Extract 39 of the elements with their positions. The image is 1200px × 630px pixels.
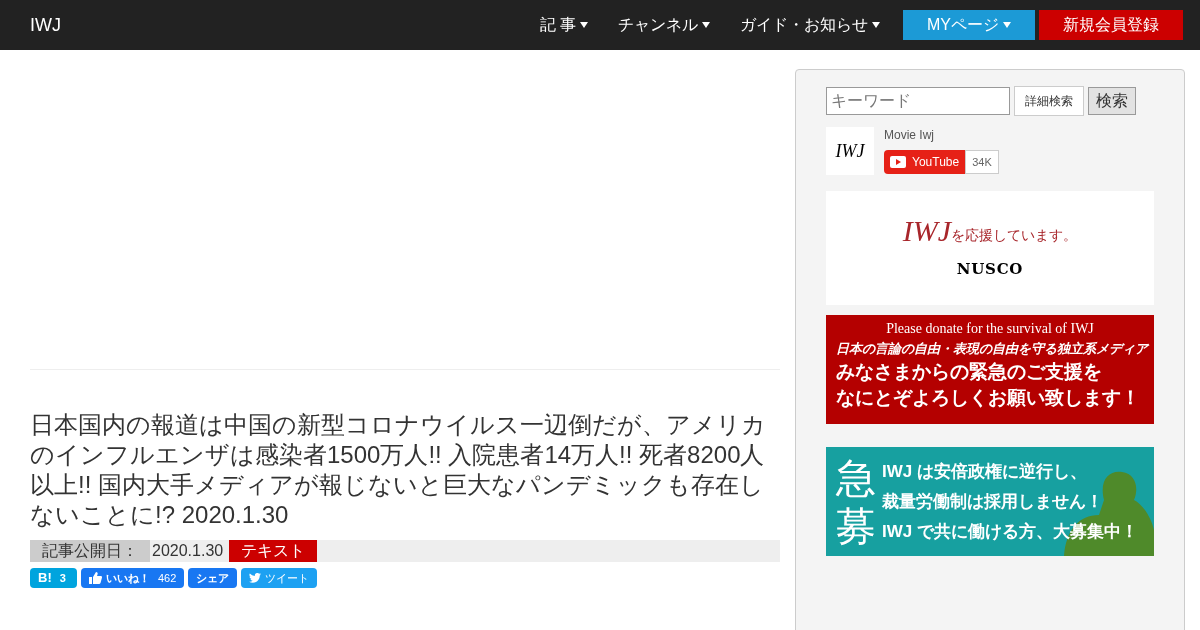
advanced-search-button[interactable]: 詳細検索 [1014,86,1084,116]
banner-big-character: 募 [836,502,876,550]
sponsor-banner[interactable]: IWJを応援しています。 NUSCO [826,191,1154,305]
banner-text: を応援しています。 [951,226,1078,245]
banner-text: みなさまからの緊急のご支援を [835,360,1102,384]
like-button[interactable]: いいね！ 462 [81,568,185,588]
banner-big-character: 急 [836,454,876,502]
youtube-subscribe-button[interactable]: YouTube [884,150,966,174]
register-button[interactable]: 新規会員登録 [1039,10,1183,40]
facebook-share-button[interactable]: シェア [188,568,238,588]
bird-icon [249,573,262,583]
date-label: 記事公開日： [30,540,150,562]
caret-icon [872,22,880,28]
publish-date: 2020.1.30 [152,541,224,561]
banner-text: 日本の言論の自由・表現の自由を守る独立系メディア [835,340,1148,358]
caret-icon [580,22,588,28]
channel-name[interactable]: Movie Iwj [884,127,999,143]
banner-text: IWJ で共に働ける方、大募集中！ [882,520,1138,543]
subscriber-count: 34K [965,150,999,174]
caret-icon [1003,22,1011,28]
channel-logo[interactable]: IWJ [826,127,874,175]
nav-menu-item[interactable]: 記 事 [524,0,603,50]
site-brand[interactable]: IWJ [30,11,61,39]
play-icon [890,156,906,168]
banner-logo: IWJ [902,215,952,246]
banner-text: IWJ は安倍政権に逆行し、 [882,460,1088,483]
banner-text: なにとぞよろしくお願い致します！ [835,386,1140,410]
thumbs-up-icon [89,572,102,584]
donate-banner[interactable]: Please donate for the survival of IWJ 日本の言論の自由・表現の自由を守る独立系メディア みなさまからの緊急のご支援を なにとぞよろしくお願い致します！ [826,315,1154,424]
banner-text: Please donate for the survival of IWJ [886,320,1094,338]
search-button[interactable]: 検索 [1088,87,1136,115]
nav-menu-item[interactable]: ガイド・お知らせ [725,0,895,50]
banner-text: 裁量労働制は採用しません！ [882,490,1104,513]
sponsor-logo: NUSCO [956,258,1024,280]
keyword-field[interactable]: キーワード [826,87,1010,115]
caret-icon [702,22,710,28]
article-title: 日本国内の報道は中国の新型コロナウイルス一辺倒だが、アメリカのインフルエンザは感染者1500万人!! 入院患者14万人!! 死者8200人以上!! 国内大手メディアが報じないと巨大なパンデミックも存在しないことに!? 2020.1.30 [30,410,767,530]
nav-menu-item[interactable]: チャンネル [603,0,725,50]
category-tag[interactable]: テキスト [229,540,318,562]
